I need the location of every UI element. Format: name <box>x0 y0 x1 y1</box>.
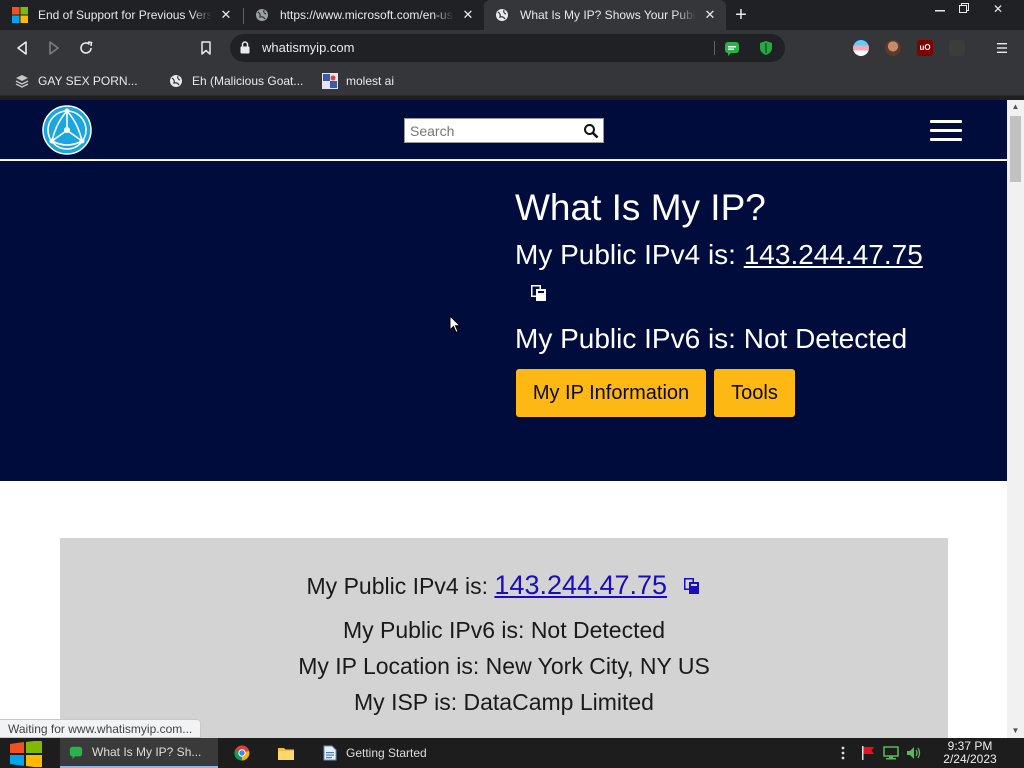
page-viewport: What Is My IP? My Public IPv4 is: 143.24… <box>0 100 1007 738</box>
hero-ipv4-link[interactable]: 143.244.47.75 <box>744 239 923 270</box>
bookmark-label: GAY SEX PORN... <box>38 74 138 88</box>
bookmark-item[interactable]: molest ai <box>322 66 394 96</box>
tray-overflow-icon[interactable] <box>835 745 851 761</box>
menu-icon[interactable] <box>992 38 1012 58</box>
scroll-up-arrow-icon[interactable]: ▲ <box>1007 100 1024 114</box>
tab-close-icon[interactable]: ✕ <box>702 7 718 23</box>
screen: End of Support for Previous Versions ✕ h… <box>0 0 1024 768</box>
globe-network-icon <box>42 105 92 155</box>
scroll-down-arrow-icon[interactable]: ▼ <box>1007 724 1024 738</box>
shield-extension-icon[interactable] <box>758 40 774 61</box>
search-icon[interactable] <box>583 123 599 139</box>
tools-button[interactable]: Tools <box>714 369 795 417</box>
volume-icon[interactable] <box>906 745 922 761</box>
bookmark-label: Eh (Malicious Goat... <box>192 74 304 88</box>
address-text[interactable]: whatismyip.com <box>262 34 354 62</box>
copy-icon[interactable] <box>530 284 548 302</box>
ip-details-panel: My Public IPv4 is: 143.244.47.75 My Publ… <box>60 538 948 738</box>
copy-icon[interactable] <box>683 574 701 601</box>
site-search-input[interactable] <box>405 119 580 142</box>
page-title: What Is My IP? <box>515 187 766 228</box>
panel-isp-row: My ISP is: DataCamp Limited <box>354 689 654 715</box>
taskbar-item-chrome[interactable] <box>226 738 262 768</box>
site-logo[interactable] <box>42 105 92 155</box>
tab-close-icon[interactable]: ✕ <box>460 7 476 23</box>
tab-end-of-support[interactable]: End of Support for Previous Versions ✕ <box>2 0 242 30</box>
taskbar-item-getting-started[interactable]: Getting Started <box>314 738 432 768</box>
bookmark-site-icon <box>322 73 338 89</box>
chat-app-icon <box>68 744 84 760</box>
action-center-flag-icon[interactable] <box>860 745 876 761</box>
status-bubble: Waiting for www.whatismyip.com... <box>0 719 202 738</box>
minimize-button[interactable] <box>928 0 952 18</box>
bookmarks-bar: GAY SEX PORN... Eh (Malicious Goat... mo… <box>0 66 1024 96</box>
clock-date: 2/24/2023 <box>943 752 997 766</box>
panel-ipv4-row: My Public IPv4 is: 143.244.47.75 <box>60 570 948 601</box>
bookmark-item[interactable]: Eh (Malicious Goat... <box>168 66 303 96</box>
my-ip-information-button[interactable]: My IP Information <box>516 369 706 417</box>
taskbar-item-browser[interactable]: What Is My IP? Sh... <box>60 738 218 768</box>
windows-logo-icon <box>10 740 42 768</box>
ublock-origin-icon[interactable]: uO <box>917 40 933 56</box>
taskbar-item-label: What Is My IP? Sh... <box>92 745 202 759</box>
forward-icon[interactable] <box>44 38 64 58</box>
hamburger-menu-icon[interactable] <box>930 120 962 142</box>
globe-icon <box>494 7 510 23</box>
tab-title: What Is My IP? Shows Your Public IP <box>520 8 696 22</box>
tab-title: https://www.microsoft.com/en-us/sc <box>280 8 454 22</box>
panel-ipv6-row: My Public IPv6 is: Not Detected <box>342 617 666 643</box>
tab-title: End of Support for Previous Versions <box>38 8 212 22</box>
bookmark-site-icon <box>14 73 30 89</box>
os-taskbar: What Is My IP? Sh... Getting Started 9:3… <box>0 738 1024 768</box>
tab-microsoft-url[interactable]: https://www.microsoft.com/en-us/sc ✕ <box>244 0 484 30</box>
taskbar-item-label: Getting Started <box>346 746 427 760</box>
panel-location-row: My IP Location is: New York City, NY US <box>298 653 710 679</box>
profile-avatar-icon[interactable] <box>885 40 901 56</box>
lock-icon <box>240 41 250 59</box>
folder-icon <box>278 745 294 761</box>
address-bar[interactable]: whatismyip.com <box>230 34 785 62</box>
globe-icon <box>254 7 270 23</box>
globe-icon <box>168 73 184 89</box>
tab-whatismyip[interactable]: What Is My IP? Shows Your Public IP ✕ <box>484 0 726 30</box>
hero-section: What Is My IP? My Public IPv4 is: 143.24… <box>0 161 1007 481</box>
bookmark-label: molest ai <box>346 74 395 88</box>
site-header <box>0 100 1007 160</box>
new-tab-button[interactable]: + <box>730 4 752 26</box>
taskbar-item-explorer[interactable] <box>270 738 306 768</box>
hero-ipv4-line: My Public IPv4 is: 143.244.47.75 <box>515 239 923 271</box>
browser-toolbar: whatismyip.com uO <box>0 30 1024 66</box>
panel-ipv4-label: My Public IPv4 is: <box>306 573 489 599</box>
omnibox-separator <box>714 41 715 55</box>
microsoft-logo-icon <box>12 7 28 23</box>
network-icon[interactable] <box>883 745 899 761</box>
page-scrollbar[interactable]: ▲ ▼ <box>1007 100 1024 738</box>
start-button[interactable] <box>8 740 44 768</box>
bookmark-page-icon[interactable] <box>196 38 216 58</box>
close-window-button[interactable]: ✕ <box>986 0 1010 18</box>
chrome-icon <box>234 745 250 761</box>
system-clock[interactable]: 9:37 PM 2/24/2023 <box>935 740 1005 766</box>
bookmark-item[interactable]: GAY SEX PORN... <box>14 66 138 96</box>
scrollbar-thumb[interactable] <box>1010 116 1021 182</box>
mouse-cursor-icon <box>449 314 462 339</box>
extension-placeholder-icon[interactable] <box>949 40 965 56</box>
hero-ipv4-label: My Public IPv4 is: <box>515 239 736 270</box>
tab-close-icon[interactable]: ✕ <box>218 7 234 23</box>
panel-ipv4-link[interactable]: 143.244.47.75 <box>494 570 667 600</box>
back-icon[interactable] <box>12 38 32 58</box>
tab-strip: End of Support for Previous Versions ✕ h… <box>0 0 1024 30</box>
restore-button[interactable] <box>952 0 976 18</box>
site-search-box <box>404 118 604 143</box>
reload-icon[interactable] <box>76 38 96 58</box>
document-icon <box>322 745 338 761</box>
extension-chat-icon[interactable] <box>724 40 740 61</box>
hero-ipv6-line: My Public IPv6 is: Not Detected <box>515 323 908 354</box>
pride-extension-icon[interactable] <box>853 40 869 56</box>
